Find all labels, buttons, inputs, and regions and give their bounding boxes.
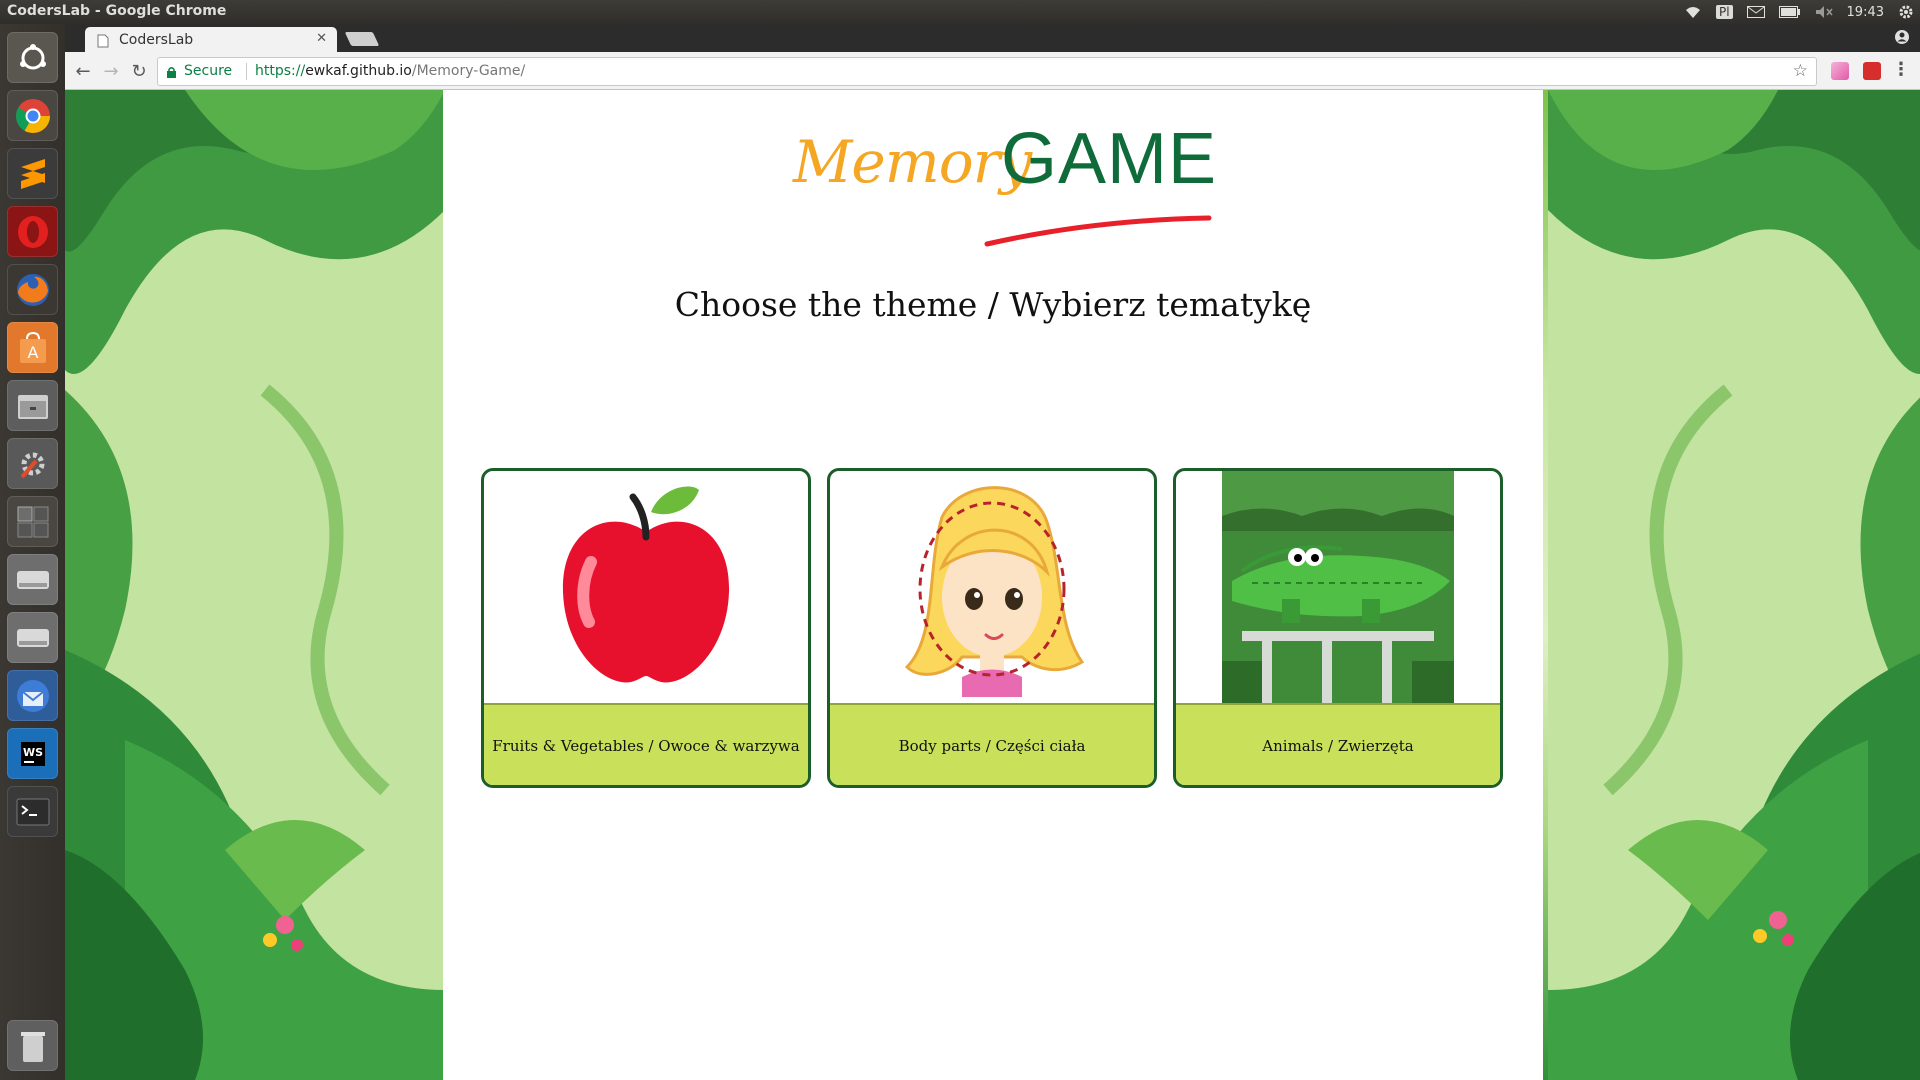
forward-arrow-icon[interactable]: → xyxy=(99,59,123,83)
profile-icon[interactable] xyxy=(1894,29,1910,49)
theme-image-crocodile xyxy=(1176,471,1500,703)
new-tab-button[interactable] xyxy=(344,32,380,46)
url-text[interactable]: https://ewkaf.github.io/Memory-Game/ xyxy=(255,63,525,79)
disk-icon[interactable] xyxy=(7,554,58,605)
theme-label: Fruits & Vegetables / Owoce & warzywa xyxy=(484,703,808,785)
close-tab-icon[interactable]: ✕ xyxy=(316,31,327,46)
jungle-background-right xyxy=(1548,90,1920,1080)
thunderbird-icon[interactable] xyxy=(7,670,58,721)
back-arrow-icon[interactable]: ← xyxy=(71,59,95,83)
volume-muted-icon[interactable] xyxy=(1815,5,1833,19)
firefox-icon[interactable] xyxy=(7,264,58,315)
webstorm-icon[interactable]: WS xyxy=(7,728,58,779)
crocodile-icon xyxy=(1222,471,1454,703)
url-path: /Memory-Game/ xyxy=(411,63,526,79)
theme-card-animals[interactable]: Animals / Zwierzęta xyxy=(1173,468,1503,788)
lock-icon xyxy=(166,64,177,83)
bookmark-star-icon[interactable]: ☆ xyxy=(1793,61,1808,81)
opera-icon[interactable] xyxy=(7,206,58,257)
svg-text:WS: WS xyxy=(22,746,42,759)
theme-label: Body parts / Części ciała xyxy=(830,703,1154,785)
logo-underline-swoosh xyxy=(984,215,1212,247)
url-scheme: https:// xyxy=(255,63,306,79)
clock[interactable]: 19:43 xyxy=(1847,5,1884,20)
system-settings-icon[interactable] xyxy=(7,438,58,489)
page-viewport: Memory GAME Choose the theme / Wybierz t… xyxy=(65,90,1920,1080)
ubuntu-dash-icon[interactable] xyxy=(7,32,58,83)
logo-game-text: GAME xyxy=(1001,119,1218,199)
session-gear-icon[interactable] xyxy=(1898,4,1914,20)
secure-label: Secure xyxy=(184,63,233,79)
chrome-icon[interactable] xyxy=(7,90,58,141)
page-subtitle: Choose the theme / Wybierz tematykę xyxy=(674,285,1312,324)
unity-launcher: A WS xyxy=(0,24,66,1080)
theme-card-body-parts[interactable]: Body parts / Części ciała xyxy=(827,468,1157,788)
svg-text:A: A xyxy=(27,343,38,362)
memory-game-logo: Memory GAME xyxy=(793,118,1216,247)
logo-memory-text: Memory xyxy=(793,128,1032,196)
theme-card-fruits[interactable]: Fruits & Vegetables / Owoce & warzywa xyxy=(481,468,811,788)
system-top-panel: CodersLab - Google Chrome Pl 19:43 xyxy=(0,0,1920,24)
extension-icon[interactable] xyxy=(1863,62,1881,80)
chrome-menu-icon[interactable]: ⋮ xyxy=(1892,59,1910,80)
battery-icon[interactable] xyxy=(1778,6,1801,18)
browser-toolbar: ← → ↻ Secure https://ewkaf.github.io/Mem… xyxy=(65,52,1920,90)
browser-tab[interactable]: CodersLab ✕ xyxy=(85,27,337,52)
window-title: CodersLab - Google Chrome xyxy=(7,3,227,19)
girl-face-icon xyxy=(904,486,1085,697)
wifi-icon[interactable] xyxy=(1684,5,1702,19)
files-icon[interactable] xyxy=(7,380,58,431)
theme-image-girl-face xyxy=(830,471,1154,703)
trash-icon[interactable] xyxy=(7,1020,58,1071)
disk-icon[interactable] xyxy=(7,612,58,663)
address-separator xyxy=(246,63,247,80)
tab-title: CodersLab xyxy=(119,32,194,48)
sublime-text-icon[interactable] xyxy=(7,148,58,199)
mail-icon[interactable] xyxy=(1746,6,1765,18)
theme-label: Animals / Zwierzęta xyxy=(1176,703,1500,785)
page-icon xyxy=(97,33,109,52)
address-bar[interactable]: Secure https://ewkaf.github.io/Memory-Ga… xyxy=(157,57,1817,86)
extension-icon[interactable] xyxy=(1831,62,1849,80)
theme-image-apple xyxy=(484,471,808,703)
keyboard-layout-indicator[interactable]: Pl xyxy=(1715,5,1733,19)
game-content-panel: Memory GAME Choose the theme / Wybierz t… xyxy=(443,90,1543,1080)
system-tray: Pl 19:43 xyxy=(1684,0,1914,24)
browser-tabstrip: CodersLab ✕ xyxy=(65,24,1920,52)
apple-icon xyxy=(562,486,730,683)
reload-icon[interactable]: ↻ xyxy=(127,59,151,83)
url-host: ewkaf.github.io xyxy=(305,63,412,79)
jungle-background-left xyxy=(65,90,445,1080)
software-center-icon[interactable]: A xyxy=(7,322,58,373)
terminal-icon[interactable] xyxy=(7,786,58,837)
workspace-switcher-icon[interactable] xyxy=(7,496,58,547)
